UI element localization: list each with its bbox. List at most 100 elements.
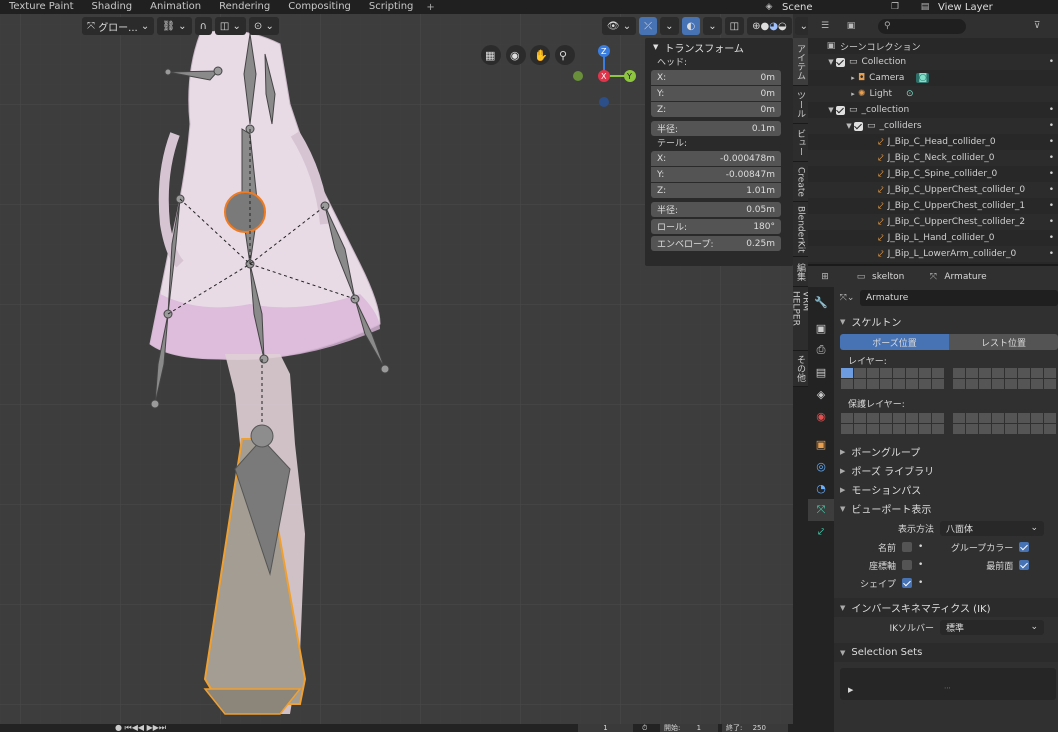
overlays-dropdown[interactable]: ⌄ bbox=[703, 17, 722, 35]
datablock-name-field[interactable]: Armature bbox=[860, 290, 1058, 306]
playback-controls[interactable]: ● ⏮◀◀ ▶▶⏭ bbox=[115, 724, 166, 732]
current-frame-field[interactable]: 1 bbox=[578, 724, 633, 732]
visibility-icon[interactable]: • bbox=[1049, 153, 1054, 163]
checkbox[interactable] bbox=[836, 105, 845, 115]
visibility-icon[interactable]: • bbox=[1049, 233, 1054, 243]
display-mode-icon[interactable]: ▣ bbox=[844, 20, 858, 32]
layer-grid-right[interactable] bbox=[953, 368, 1056, 389]
add-workspace-button[interactable]: + bbox=[422, 2, 438, 13]
head-radius-field[interactable]: 半径: 0.1m bbox=[651, 121, 781, 136]
head-collider[interactable] bbox=[224, 191, 266, 233]
tail-x-field[interactable]: X: -0.000478m bbox=[651, 151, 781, 166]
list-item[interactable]: ⤦ J_Bip_C_Neck_collider_0 • bbox=[808, 150, 1058, 166]
bone-tab-icon[interactable]: ⤦ bbox=[808, 521, 834, 543]
viewport-display-section[interactable]: ▼ ビューポート表示 bbox=[834, 499, 1058, 518]
list-item[interactable]: ▼ ▭ Collection • bbox=[808, 54, 1058, 70]
tab-scripting[interactable]: Scripting bbox=[360, 0, 422, 14]
checkbox[interactable] bbox=[836, 57, 845, 67]
visibility-icon[interactable]: • bbox=[1049, 185, 1054, 195]
constraints-tab-icon[interactable]: ◎ bbox=[808, 455, 834, 477]
view-layer-name[interactable]: View Layer bbox=[932, 2, 993, 13]
tab-blenderkit[interactable]: BlenderKit bbox=[793, 202, 808, 257]
visibility-icon[interactable]: • bbox=[1049, 201, 1054, 211]
editor-type-icon[interactable]: ⊞ bbox=[818, 271, 832, 283]
xray-toggle[interactable]: ◫ bbox=[724, 17, 745, 35]
list-item[interactable]: ▸ ✺ Light ⊙ bbox=[808, 86, 1058, 102]
armature-icon[interactable]: ⤧⌄ bbox=[840, 292, 855, 304]
pivot-dropdown[interactable]: ⛓ ⌄ bbox=[157, 17, 192, 35]
overlays-toggle[interactable]: ◐ bbox=[681, 17, 701, 35]
axes-checkbox[interactable] bbox=[902, 560, 912, 570]
tab-view[interactable]: ビュー bbox=[793, 124, 808, 162]
visibility-icon[interactable]: • bbox=[1049, 57, 1054, 67]
transform-panel-header[interactable]: ▼ トランスフォーム bbox=[645, 38, 793, 56]
tail-y-field[interactable]: Y: -0.00847m bbox=[651, 167, 781, 182]
list-item[interactable]: ⤦ J_Bip_C_UpperChest_collider_2 • bbox=[808, 214, 1058, 230]
protected-grid-right[interactable] bbox=[953, 413, 1056, 434]
selection-sets-list[interactable]: ▶ ⋯ bbox=[840, 668, 1056, 700]
tab-vrm-helper[interactable]: VRM HELPER bbox=[791, 287, 811, 351]
envelope-field[interactable]: エンベロープ: 0.25m bbox=[651, 236, 781, 251]
visibility-icon[interactable]: • bbox=[1049, 249, 1054, 259]
gizmo-toggle[interactable]: ⤫ bbox=[639, 17, 658, 35]
view-layer-tab-icon[interactable]: ▤ bbox=[808, 361, 834, 383]
world-tab-icon[interactable]: ◉ bbox=[808, 405, 834, 427]
solid-shading-icon[interactable]: ● bbox=[760, 21, 769, 32]
visibility-icon[interactable]: • bbox=[1049, 105, 1054, 115]
checkbox[interactable] bbox=[854, 121, 863, 131]
list-item[interactable]: ▣ シーンコレクション bbox=[808, 38, 1058, 54]
render-tab-icon[interactable]: ▣ bbox=[808, 317, 834, 339]
tab-tool[interactable]: ツール bbox=[793, 86, 808, 124]
gizmo-neg-y-axis[interactable] bbox=[573, 71, 583, 81]
list-item[interactable]: ⤦ J_Bip_C_Head_collider_0 • bbox=[808, 134, 1058, 150]
tab-edit[interactable]: 編集 bbox=[793, 257, 808, 287]
tab-create[interactable]: Create bbox=[793, 162, 808, 202]
visibility-dropdown[interactable]: 👁 ⌄ bbox=[601, 17, 637, 35]
tab-shading[interactable]: Shading bbox=[83, 0, 142, 14]
expand-icon[interactable]: ▼ bbox=[826, 58, 836, 66]
expand-icon[interactable]: ▼ bbox=[844, 122, 854, 130]
visibility-icon[interactable]: • bbox=[1049, 121, 1054, 131]
head-x-field[interactable]: X: 0m bbox=[651, 70, 781, 85]
list-item[interactable]: ▼ ▭ _colliders • bbox=[808, 118, 1058, 134]
start-frame-field[interactable]: 開始: 1 bbox=[660, 724, 718, 732]
rendered-shading-icon[interactable]: ◒ bbox=[778, 21, 787, 32]
snap-toggle[interactable]: ∩ bbox=[194, 17, 212, 35]
list-item[interactable]: ▸ ◘ Camera ◙ bbox=[808, 70, 1058, 86]
expand-icon[interactable]: ▼ bbox=[826, 106, 836, 114]
names-checkbox[interactable] bbox=[902, 542, 912, 552]
protected-grid-left[interactable] bbox=[841, 413, 944, 434]
tab-rendering[interactable]: Rendering bbox=[210, 0, 279, 14]
tab-texture-paint[interactable]: Texture Paint bbox=[0, 0, 83, 14]
layer-grid-left[interactable] bbox=[841, 368, 944, 389]
tab-animation[interactable]: Animation bbox=[141, 0, 210, 14]
list-item[interactable]: ⤦ J_Bip_C_UpperChest_collider_1 • bbox=[808, 198, 1058, 214]
skeleton-section-header[interactable]: ▼ スケルトン bbox=[834, 312, 1058, 331]
tab-other[interactable]: その他 bbox=[793, 351, 808, 387]
list-item[interactable]: ⤦ J_Bip_C_UpperChest_collider_0 • bbox=[808, 182, 1058, 198]
bone-groups-section[interactable]: ▶ ボーングループ bbox=[834, 442, 1058, 461]
scene-name[interactable]: Scene bbox=[776, 2, 813, 13]
resize-handle-icon[interactable]: ⋯ bbox=[944, 684, 951, 692]
in-front-checkbox[interactable] bbox=[1019, 560, 1030, 570]
tab-item[interactable]: アイテム bbox=[793, 38, 808, 86]
group-colors-checkbox[interactable] bbox=[1019, 542, 1030, 552]
list-item[interactable]: ⤦ J_Bip_L_Hand_collider_0 • bbox=[808, 230, 1058, 246]
gizmo-neg-z-axis[interactable] bbox=[599, 97, 609, 107]
filter-icon[interactable]: ⊽ bbox=[1030, 20, 1044, 32]
tail-z-field[interactable]: Z: 1.01m bbox=[651, 183, 781, 198]
pose-library-section[interactable]: ▶ ポーズ ライブラリ bbox=[834, 461, 1058, 480]
output-tab-icon[interactable]: ⎙ bbox=[808, 339, 834, 361]
expand-icon[interactable]: ▸ bbox=[848, 90, 858, 98]
scene-selector[interactable]: ◈ Scene ❐ bbox=[762, 0, 912, 14]
list-item[interactable]: ⤦ J_Bip_L_LowerArm_collider_0 • bbox=[808, 246, 1058, 262]
gizmo-dropdown[interactable]: ⌄ bbox=[660, 17, 679, 35]
expand-icon[interactable]: ▸ bbox=[848, 74, 858, 82]
material-shading-icon[interactable]: ◕ bbox=[769, 21, 778, 32]
ik-section-header[interactable]: ▼ インバースキネマティクス (IK) bbox=[834, 598, 1058, 617]
editor-type-icon[interactable]: ☰ bbox=[818, 20, 832, 32]
visibility-icon[interactable]: • bbox=[1049, 217, 1054, 227]
overlay-extra-button[interactable]: ⊙ ⌄ bbox=[248, 17, 279, 35]
proportional-edit-toggle[interactable]: ◫ ⌄ bbox=[214, 17, 246, 35]
object-tab-icon[interactable]: ▣ bbox=[808, 433, 834, 455]
